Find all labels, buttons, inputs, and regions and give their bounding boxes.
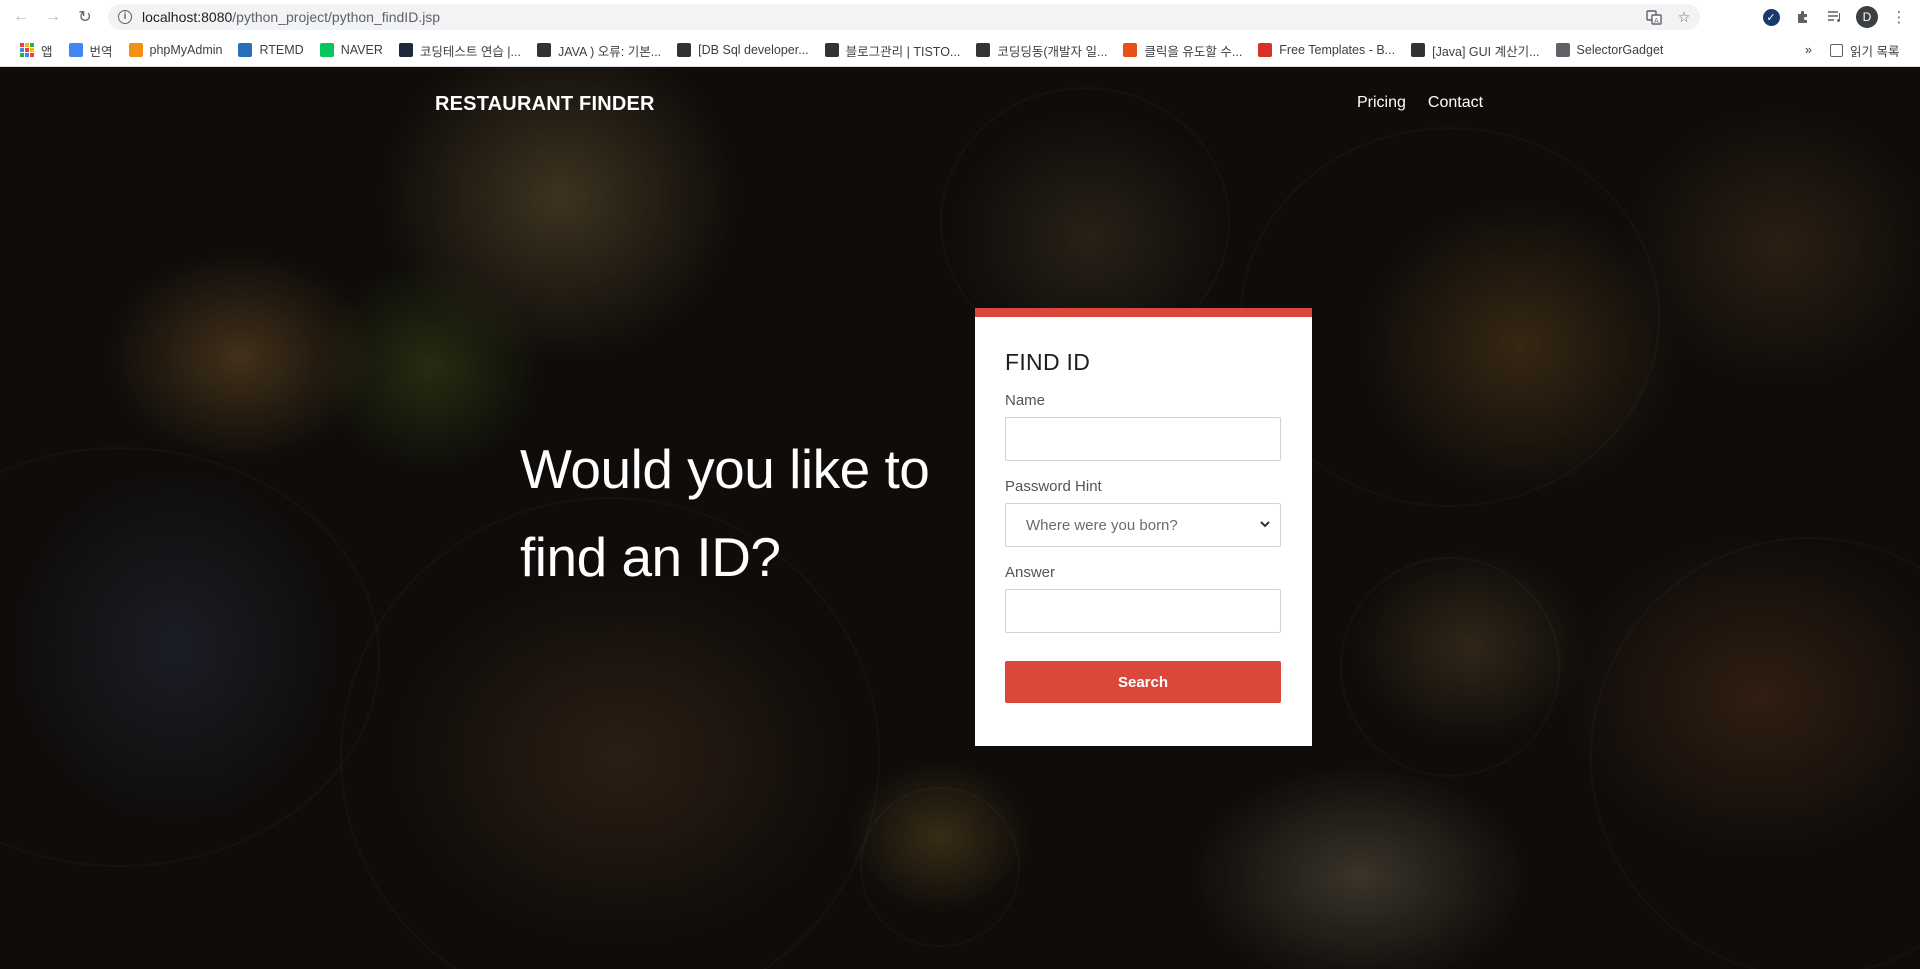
bookmark-label: 코딩테스트 연습 |... (419, 44, 521, 59)
forward-arrow-icon[interactable]: → (40, 4, 66, 30)
bookmark-label: 번역 (89, 44, 113, 59)
browser-toolbar: ← → ↻ i localhost:8080/python_project/py… (0, 0, 1920, 34)
bookmark-item[interactable]: JAVA ) 오류: 기본... (529, 37, 669, 63)
bookmark-item[interactable]: 클릭을 유도할 수... (1115, 37, 1250, 63)
bookmark-item[interactable]: 코딩딩동(개발자 일... (968, 37, 1115, 63)
password-hint-label: Password Hint (1005, 478, 1102, 495)
bookmark-label: 클릭을 유도할 수... (1144, 44, 1243, 59)
google-translate-icon (68, 43, 83, 57)
bookmark-label: phpMyAdmin (149, 43, 223, 57)
address-bar[interactable]: i localhost:8080/python_project/python_f… (108, 4, 1700, 30)
selectorgadget-icon (1555, 43, 1570, 57)
bookmark-label: [DB Sql developer... (698, 43, 809, 57)
back-arrow-icon[interactable]: ← (8, 4, 34, 30)
media-queue-icon[interactable] (1822, 4, 1848, 30)
tistory-dots-icon (824, 43, 839, 57)
tistory-bar-icon (536, 43, 551, 57)
bookmarks-bar: 앱 번역 phpMyAdmin RTEMD NAVER 코딩테스트 연습 |... JAVA… (0, 34, 1920, 67)
password-hint-selected: Where were you born? (1026, 516, 1178, 534)
bookmark-label: 앱 (41, 44, 53, 59)
url-text: localhost:8080/python_project/python_fin… (142, 9, 441, 25)
bookmark-item[interactable]: [DB Sql developer... (669, 37, 816, 63)
bookmark-orange-icon (1123, 43, 1138, 57)
profile-avatar[interactable]: D (1854, 4, 1880, 30)
chevron-down-icon (1260, 521, 1270, 528)
name-label: Name (1005, 392, 1046, 409)
site-info-icon[interactable]: i (118, 10, 132, 24)
bookmark-label: RTEMD (259, 43, 304, 57)
brand-logo[interactable]: RESTAURANT FINDER (435, 93, 655, 116)
bookmark-item[interactable]: [Java] GUI 계산기... (1403, 37, 1547, 63)
bookmark-item[interactable]: 번역 (61, 37, 121, 63)
bookmark-label: [Java] GUI 계산기... (1432, 44, 1540, 59)
search-button[interactable]: Search (1005, 661, 1281, 703)
reload-icon[interactable]: ↻ (72, 4, 98, 30)
templates-target-icon (1258, 43, 1273, 57)
tistory-dots-icon (976, 43, 991, 57)
svg-text:A: A (1654, 17, 1659, 25)
apps-grid-icon (20, 43, 34, 57)
bookmark-label: 코딩딩동(개발자 일... (997, 44, 1108, 59)
tistory-dots-icon (1411, 43, 1426, 57)
bookmark-star-icon[interactable]: ☆ (1674, 7, 1694, 27)
bookmark-item[interactable]: 코딩테스트 연습 |... (391, 37, 529, 63)
extensions-puzzle-icon[interactable] (1790, 4, 1816, 30)
name-input[interactable] (1005, 417, 1281, 461)
nav-link-pricing[interactable]: Pricing (1357, 94, 1406, 112)
answer-input[interactable] (1005, 589, 1281, 633)
bookmark-label: NAVER (340, 43, 383, 57)
phpmyadmin-icon (128, 43, 143, 57)
programmers-icon (398, 43, 413, 57)
naver-icon (319, 43, 334, 57)
nav-link-contact[interactable]: Contact (1428, 94, 1483, 112)
password-hint-select[interactable]: Where were you born? (1005, 503, 1281, 547)
extension-check-icon[interactable]: ✓ (1758, 4, 1784, 30)
reading-list-icon (1830, 43, 1843, 57)
hero-headline: Would you like to find an ID? (520, 438, 930, 588)
bookmark-label: Free Templates - B... (1279, 43, 1396, 57)
bookmark-item[interactable]: phpMyAdmin (121, 37, 231, 63)
form-title: FIND ID (1005, 349, 1091, 375)
bookmark-item[interactable]: NAVER (312, 37, 391, 63)
reading-list-label: 읽기 목록 (1850, 44, 1900, 59)
bookmark-label: JAVA ) 오류: 기본... (557, 44, 662, 59)
dsm-icon (238, 43, 253, 57)
bookmark-item[interactable]: Free Templates - B... (1250, 37, 1403, 63)
bookmark-label: 블로그관리 | TISTO... (845, 44, 961, 59)
reading-list-button[interactable]: 읽기 목록 (1822, 37, 1907, 63)
tistory-dots-icon (677, 43, 692, 57)
top-nav: Pricing Contact (1357, 94, 1483, 112)
bookmark-item[interactable]: 블로그관리 | TISTO... (817, 37, 969, 63)
hero-section: RESTAURANT FINDER Pricing Contact Would … (0, 67, 1920, 969)
bookmark-list: 앱 번역 phpMyAdmin RTEMD NAVER 코딩테스트 연습 |... JAVA… (12, 37, 1671, 63)
bookmark-item[interactable]: RTEMD (230, 37, 311, 63)
bookmark-item[interactable]: 앱 (12, 37, 61, 63)
browser-menu-icon[interactable]: ⋮ (1886, 4, 1912, 30)
translate-page-icon[interactable]: A (1644, 7, 1664, 27)
find-id-card: FIND ID Name Password Hint Where were yo… (975, 308, 1312, 746)
more-bookmarks-chevron-icon[interactable]: » (1797, 37, 1820, 63)
bookmark-item[interactable]: SelectorGadget (1548, 37, 1672, 63)
answer-label: Answer (1005, 564, 1056, 581)
bookmark-label: SelectorGadget (1576, 43, 1664, 57)
